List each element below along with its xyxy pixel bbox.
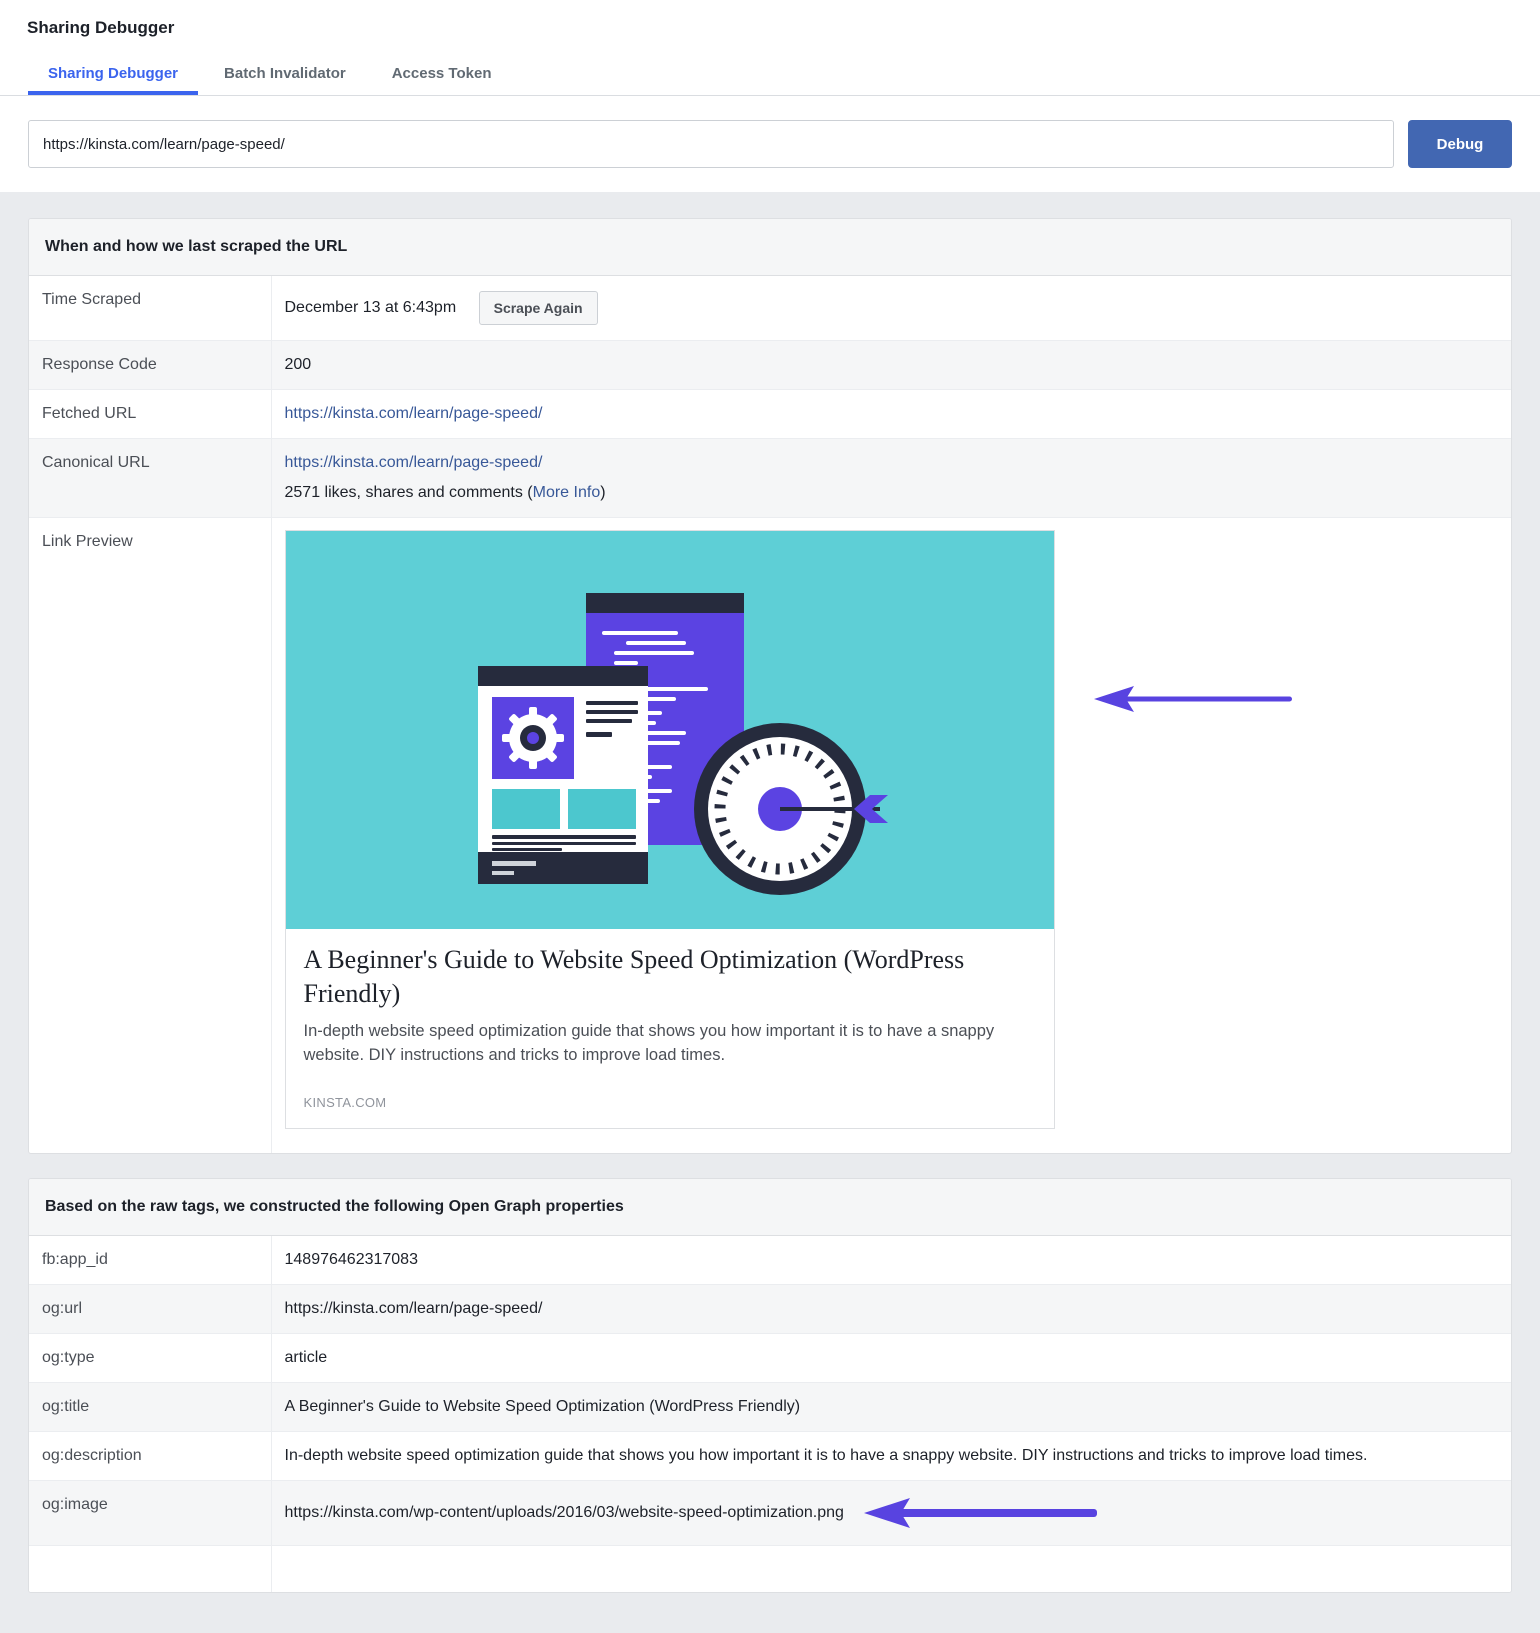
link-preview-title: A Beginner's Guide to Website Speed Opti… — [304, 943, 1036, 1011]
url-input[interactable] — [28, 120, 1394, 168]
row-label: Fetched URL — [29, 390, 271, 439]
tab-sharing-debugger[interactable]: Sharing Debugger — [28, 65, 198, 95]
table-row-canonical-url: Canonical URL https://kinsta.com/learn/p… — [29, 439, 1511, 518]
open-graph-card: Based on the raw tags, we constructed th… — [28, 1178, 1512, 1593]
row-value: In-depth website speed optimization guid… — [271, 1432, 1511, 1481]
page-body: When and how we last scraped the URL Tim… — [0, 192, 1540, 1633]
row-value: article — [271, 1334, 1511, 1383]
time-scraped-value: December 13 at 6:43pm — [285, 299, 457, 316]
scrape-info-table: Time Scraped December 13 at 6:43pm Scrap… — [29, 276, 1511, 1153]
row-value: https://kinsta.com/learn/page-speed/ — [271, 1285, 1511, 1334]
row-label: Time Scraped — [29, 276, 271, 341]
app-header: Sharing Debugger Sharing Debugger Batch … — [0, 0, 1540, 168]
og-card-header: Based on the raw tags, we constructed th… — [29, 1179, 1511, 1236]
engagement-text-suffix: ) — [600, 484, 605, 501]
row-label: Canonical URL — [29, 439, 271, 518]
table-row-og: og:description In-depth website speed op… — [29, 1432, 1511, 1481]
row-label: Link Preview — [29, 518, 271, 1154]
tab-bar: Sharing Debugger Batch Invalidator Acces… — [0, 65, 1540, 96]
scrape-info-card: When and how we last scraped the URL Tim… — [28, 218, 1512, 1154]
link-preview-domain: KINSTA.COM — [304, 1095, 1036, 1110]
table-row-fetched-url: Fetched URL https://kinsta.com/learn/pag… — [29, 390, 1511, 439]
row-value: A Beginner's Guide to Website Speed Opti… — [271, 1383, 1511, 1432]
scrape-again-button[interactable]: Scrape Again — [479, 291, 598, 325]
debug-button[interactable]: Debug — [1408, 120, 1512, 168]
row-label: og:image — [29, 1481, 271, 1546]
table-row-og: og:url https://kinsta.com/learn/page-spe… — [29, 1285, 1511, 1334]
page-title: Sharing Debugger — [0, 0, 1540, 38]
fetched-url-link[interactable]: https://kinsta.com/learn/page-speed/ — [285, 405, 543, 422]
table-row-og: og:title A Beginner's Guide to Website S… — [29, 1383, 1511, 1432]
table-row-og-image: og:image https://kinsta.com/wp-content/u… — [29, 1481, 1511, 1546]
link-preview-illustration — [286, 531, 1054, 929]
og-image-value: https://kinsta.com/wp-content/uploads/20… — [285, 1505, 844, 1522]
row-value: 148976462317083 — [271, 1236, 1511, 1285]
row-label: og:type — [29, 1334, 271, 1383]
table-row-link-preview: Link Preview — [29, 518, 1511, 1154]
url-bar: Debug — [28, 120, 1512, 168]
link-preview-card[interactable]: A Beginner's Guide to Website Speed Opti… — [285, 530, 1055, 1129]
table-row-time-scraped: Time Scraped December 13 at 6:43pm Scrap… — [29, 276, 1511, 341]
annotation-arrow-icon — [864, 1496, 1099, 1530]
annotation-arrow-icon — [1094, 684, 1294, 714]
og-properties-table: fb:app_id 148976462317083 og:url https:/… — [29, 1236, 1511, 1592]
row-label: Response Code — [29, 341, 271, 390]
table-row-og — [29, 1546, 1511, 1592]
row-label: og:url — [29, 1285, 271, 1334]
row-label: fb:app_id — [29, 1236, 271, 1285]
engagement-stats: 2571 likes, shares and comments (More In… — [285, 484, 1496, 502]
more-info-link[interactable]: More Info — [533, 484, 601, 501]
row-label: og:description — [29, 1432, 271, 1481]
tab-access-token[interactable]: Access Token — [372, 65, 512, 95]
link-preview-text: A Beginner's Guide to Website Speed Opti… — [286, 929, 1054, 1128]
table-row-response-code: Response Code 200 — [29, 341, 1511, 390]
table-row-og: fb:app_id 148976462317083 — [29, 1236, 1511, 1285]
row-label: og:title — [29, 1383, 271, 1432]
table-row-og: og:type article — [29, 1334, 1511, 1383]
scrape-card-header: When and how we last scraped the URL — [29, 219, 1511, 276]
response-code-value: 200 — [271, 341, 1511, 390]
canonical-url-link[interactable]: https://kinsta.com/learn/page-speed/ — [285, 454, 543, 471]
tab-batch-invalidator[interactable]: Batch Invalidator — [204, 65, 366, 95]
link-preview-description: In-depth website speed optimization guid… — [304, 1020, 1036, 1068]
engagement-text: 2571 likes, shares and comments ( — [285, 484, 533, 501]
